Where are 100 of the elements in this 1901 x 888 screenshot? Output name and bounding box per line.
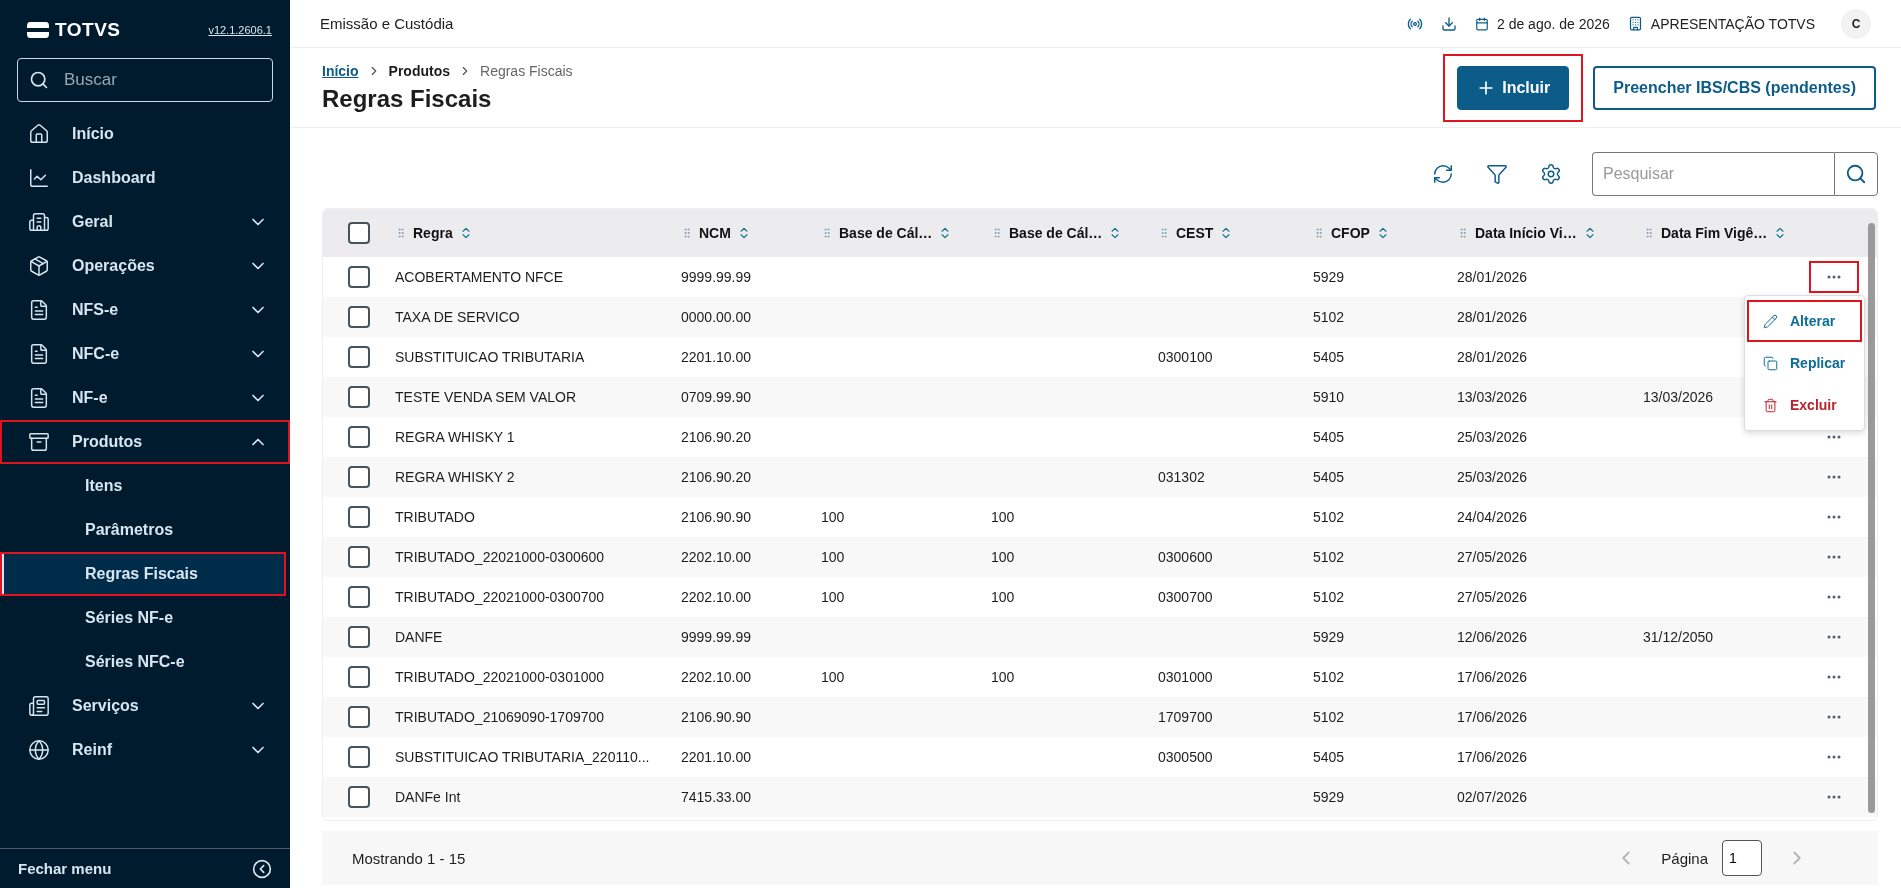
table-cell-text: 0300600 <box>1158 549 1214 565</box>
company-label[interactable]: APRESENTAÇÃO TOTVS <box>1650 15 1815 32</box>
grip-icon[interactable] <box>821 227 833 239</box>
table-cell-text: 28/01/2026 <box>1457 309 1529 325</box>
more-button[interactable] <box>1809 261 1859 293</box>
globe-icon <box>28 739 50 761</box>
version-link[interactable]: v12.1.2606.1 <box>208 24 272 36</box>
checkbox[interactable] <box>348 386 370 408</box>
table-cell-text: 5102 <box>1313 709 1346 725</box>
table-cell-text: 2106.90.90 <box>681 509 753 525</box>
grip-icon[interactable] <box>1158 227 1170 239</box>
checkbox[interactable] <box>348 426 370 448</box>
column-header[interactable]: Data Fim Vigê… <box>1661 225 1768 241</box>
table-cell-text: 5929 <box>1313 629 1346 645</box>
search-button[interactable] <box>1834 152 1878 196</box>
table-cell-text: 2202.10.00 <box>681 669 753 685</box>
checkbox[interactable] <box>348 786 370 808</box>
nav-item[interactable]: Itens <box>0 464 286 508</box>
checkbox[interactable] <box>348 266 370 288</box>
grip-icon[interactable] <box>1643 227 1655 239</box>
table-cell-text: 5405 <box>1313 749 1346 765</box>
scrollbar[interactable] <box>1868 223 1875 813</box>
grip-icon[interactable] <box>1313 227 1325 239</box>
nav-item[interactable]: Regras Fiscais <box>0 552 286 596</box>
nav-item[interactable]: Serviços <box>0 684 290 728</box>
grip-icon[interactable] <box>1457 227 1469 239</box>
nav-item[interactable]: Parâmetros <box>0 508 286 552</box>
settings-icon <box>1540 163 1562 185</box>
checkbox[interactable] <box>348 546 370 568</box>
table-cell-text: 02/07/2026 <box>1457 789 1529 805</box>
checkbox[interactable] <box>348 626 370 648</box>
grip-icon[interactable] <box>395 227 407 239</box>
checkbox[interactable] <box>348 586 370 608</box>
checkbox[interactable] <box>348 346 370 368</box>
nav-item[interactable]: Produtos <box>0 420 290 464</box>
nav-item[interactable]: Reinf <box>0 728 290 772</box>
table-cell-text: 100 <box>991 589 1016 605</box>
breadcrumb-item[interactable]: Produtos <box>388 62 450 79</box>
table-cell-text: 1709700 <box>1158 709 1214 725</box>
column-header[interactable]: Data Início Vi… <box>1475 225 1577 241</box>
include-button[interactable]: Incluir <box>1457 65 1570 110</box>
download-icon[interactable] <box>1440 15 1457 32</box>
ellipsis-icon <box>1827 595 1841 599</box>
checkbox[interactable] <box>348 666 370 688</box>
menu-item[interactable]: Replicar <box>1747 342 1862 384</box>
page-input[interactable]: 1 <box>1722 840 1762 876</box>
table-cell-text: 28/01/2026 <box>1457 349 1529 365</box>
breadcrumb-link[interactable]: Início <box>322 62 359 79</box>
table-cell-text: 0300700 <box>1158 589 1214 605</box>
table-cell-text: 17/06/2026 <box>1457 669 1529 685</box>
nav-item[interactable]: Operações <box>0 244 290 288</box>
table-cell-text: 5102 <box>1313 549 1346 565</box>
grip-icon[interactable] <box>991 227 1003 239</box>
table-cell-text: 2106.90.20 <box>681 469 753 485</box>
menu-item[interactable]: Excluir <box>1747 384 1862 426</box>
checkbox[interactable] <box>348 222 370 244</box>
ellipsis-icon <box>1827 755 1841 759</box>
column-header[interactable]: Base de Cál… <box>1009 225 1103 241</box>
search-field[interactable]: Pesquisar <box>1592 152 1834 196</box>
column-header[interactable]: CFOP <box>1331 225 1370 241</box>
table-cell-text: 0300500 <box>1158 749 1214 765</box>
table-cell-text: TRIBUTADO_22021000-0300700 <box>395 589 606 605</box>
table-cell-text: 27/05/2026 <box>1457 549 1529 565</box>
column-header[interactable]: CEST <box>1176 225 1214 241</box>
grip-icon[interactable] <box>681 227 693 239</box>
nav-item[interactable]: Séries NFC-e <box>0 640 286 684</box>
checkbox[interactable] <box>348 746 370 768</box>
menu-item[interactable]: Alterar <box>1747 300 1862 342</box>
nav-item[interactable]: NFC-e <box>0 332 290 376</box>
collapse-icon[interactable] <box>252 858 272 879</box>
column-header[interactable]: Base de Cál… <box>839 225 933 241</box>
nav-item[interactable]: Séries NF-e <box>0 596 286 640</box>
table-cell-text: TRIBUTADO_21069090-1709700 <box>395 709 606 725</box>
pencil-icon <box>1763 313 1778 329</box>
ellipsis-icon <box>1827 515 1841 519</box>
checkbox[interactable] <box>348 506 370 528</box>
table-cell-text: DANFe Int <box>395 789 462 805</box>
column-header[interactable]: Regra <box>413 225 453 241</box>
table-cell-text: 2106.90.90 <box>681 709 753 725</box>
nav-item[interactable]: Geral <box>0 200 290 244</box>
checkbox[interactable] <box>348 706 370 728</box>
nav-item[interactable]: NF-e <box>0 376 290 420</box>
checkbox[interactable] <box>348 466 370 488</box>
table-cell-text: 25/03/2026 <box>1457 469 1529 485</box>
date-label: 2 de ago. de 2026 <box>1496 15 1610 32</box>
table-cell-text: 5102 <box>1313 509 1346 525</box>
nav-item[interactable]: Início <box>0 112 290 156</box>
table-cell-text: 2106.90.20 <box>681 429 753 445</box>
table-cell-text: 2201.10.00 <box>681 349 753 365</box>
table-cell-text: 25/03/2026 <box>1457 429 1529 445</box>
nav-item[interactable]: Dashboard <box>0 156 290 200</box>
ellipsis-icon <box>1827 635 1841 639</box>
fill-button[interactable]: Preencher IBS/CBS (pendentes) <box>1593 65 1876 110</box>
nav-item[interactable]: NFS-e <box>0 288 290 332</box>
checkbox[interactable] <box>348 306 370 328</box>
user-avatar[interactable]: C <box>1841 8 1871 39</box>
column-header[interactable]: NCM <box>699 225 731 241</box>
close-menu-label[interactable]: Fechar menu <box>18 860 112 877</box>
table-cell-text: 0301000 <box>1158 669 1214 685</box>
table-cell-text: TRIBUTADO_22021000-0301000 <box>395 669 606 685</box>
